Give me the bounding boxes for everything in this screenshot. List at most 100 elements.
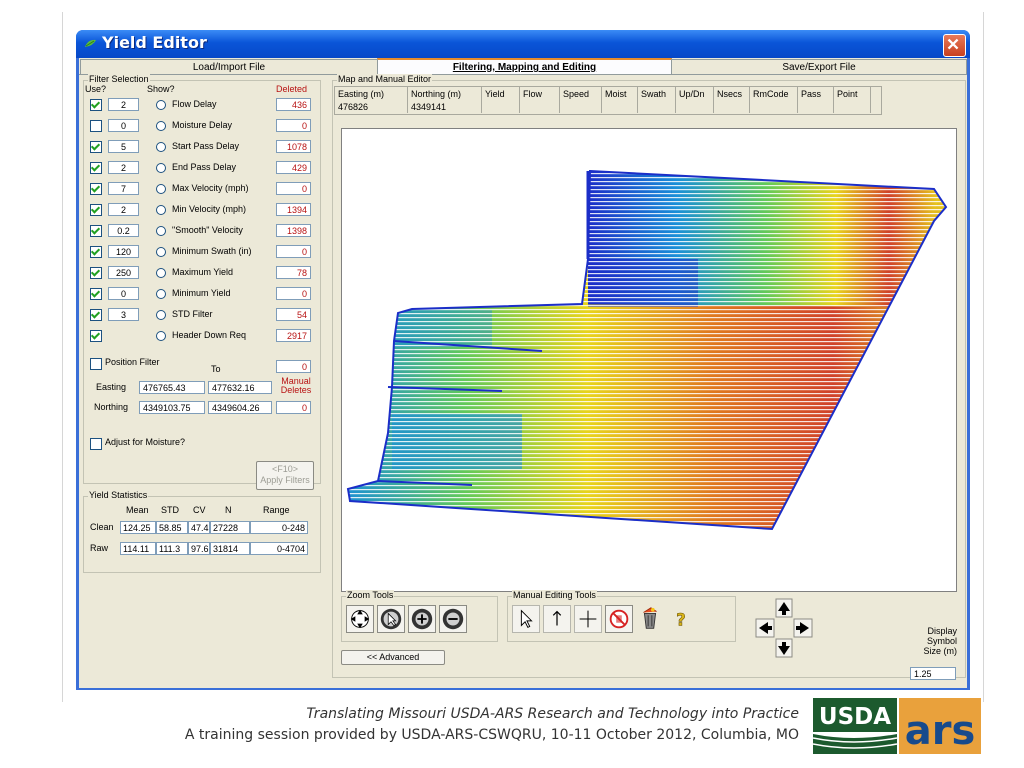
use-checkbox-end-pass-delay[interactable] [90, 162, 102, 174]
deleted-count-moisture-delay: 0 [276, 119, 311, 132]
use-checkbox-smooth-velocity[interactable] [90, 225, 102, 237]
use-checkbox-min-velocity-mph[interactable] [90, 204, 102, 216]
grid-header-pass: Pass [798, 87, 834, 101]
use-checkbox-moisture-delay[interactable] [90, 120, 102, 132]
grid-value-northing-m: 4349141 [408, 101, 482, 113]
zoom-select-button[interactable] [377, 605, 405, 633]
deleted-count-smooth-velocity: 1398 [276, 224, 311, 237]
grid-header-swath: Swath [638, 87, 676, 101]
northing-label: Northing [94, 402, 129, 412]
grid-header-flow: Flow [520, 87, 560, 101]
display-symbol-size-input[interactable]: 1.25 [910, 667, 956, 680]
easting-from-input[interactable]: 476765.43 [139, 381, 205, 394]
svg-text:?: ? [676, 610, 686, 630]
display-symbol-size-label: Display Symbol Size (m) [923, 626, 958, 656]
northing-from-input[interactable]: 4349103.75 [139, 401, 205, 414]
deleted-column-header: Deleted [276, 84, 308, 94]
stats-header-n: N [225, 505, 232, 515]
tab-save-export[interactable]: Save/Export File [671, 59, 967, 75]
filter-value-minimum-yield[interactable]: 0 [108, 287, 139, 300]
pan-up-arrow-icon[interactable] [775, 598, 793, 618]
filter-value-flow-delay[interactable]: 2 [108, 98, 139, 111]
filter-value-std-filter[interactable]: 3 [108, 308, 139, 321]
no-delete-button[interactable] [605, 605, 633, 633]
advanced-button[interactable]: << Advanced [341, 650, 445, 665]
pointer-tool-button[interactable] [512, 605, 540, 633]
filter-value-start-pass-delay[interactable]: 5 [108, 140, 139, 153]
deleted-count-maximum-yield: 78 [276, 266, 311, 279]
deleted-count-minimum-swath-in: 0 [276, 245, 311, 258]
show-radio-moisture-delay[interactable] [156, 121, 166, 131]
show-radio-minimum-swath-in[interactable] [156, 247, 166, 257]
yield-statistics-group: Yield Statistics Mean STD CV N Range Clean 124… [83, 490, 321, 573]
stats-cell-clean-cv: 47.4 [188, 521, 210, 534]
position-filter-checkbox[interactable] [90, 358, 102, 370]
pan-left-arrow-icon[interactable] [755, 618, 775, 638]
zoom-select-icon [380, 608, 402, 630]
use-checkbox-start-pass-delay[interactable] [90, 141, 102, 153]
apply-filters-button[interactable]: <F10> Apply Filters [256, 461, 314, 490]
grid-value-rmcode [750, 101, 798, 113]
help-tool-button[interactable]: ? [667, 605, 695, 633]
footer-subtitle: A training session provided by USDA-ARS-… [184, 727, 799, 743]
stats-cell-raw-range: 0-4704 [250, 542, 308, 555]
use-checkbox-std-filter[interactable] [90, 309, 102, 321]
filter-value-moisture-delay[interactable]: 0 [108, 119, 139, 132]
show-column-header: Show? [147, 84, 175, 94]
show-radio-maximum-yield[interactable] [156, 268, 166, 278]
use-checkbox-header-down-req[interactable] [90, 330, 102, 342]
crosshair-tool-button[interactable] [574, 605, 602, 633]
window-client: Load/Import File Filtering, Mapping and … [79, 58, 967, 688]
filter-value-max-velocity-mph[interactable]: 7 [108, 182, 139, 195]
stats-header-cv: CV [193, 505, 206, 515]
northing-to-input[interactable]: 4349604.26 [208, 401, 272, 414]
pointer-arrow-icon [520, 609, 533, 628]
show-radio-minimum-yield[interactable] [156, 289, 166, 299]
show-radio-flow-delay[interactable] [156, 100, 166, 110]
filter-value-smooth-velocity[interactable]: 0.2 [108, 224, 139, 237]
adjust-moisture-checkbox[interactable] [90, 438, 102, 450]
show-radio-end-pass-delay[interactable] [156, 163, 166, 173]
close-button[interactable] [943, 34, 966, 57]
use-checkbox-minimum-yield[interactable] [90, 288, 102, 300]
trash-tool-button[interactable] [636, 605, 664, 633]
grid-header-easting-m: Easting (m) [335, 87, 408, 101]
filter-value-maximum-yield[interactable]: 250 [108, 266, 139, 279]
deleted-count-std-filter: 54 [276, 308, 311, 321]
use-checkbox-maximum-yield[interactable] [90, 267, 102, 279]
show-radio-min-velocity-mph[interactable] [156, 205, 166, 215]
show-radio-start-pass-delay[interactable] [156, 142, 166, 152]
tab-load-import[interactable]: Load/Import File [80, 59, 378, 75]
show-radio-max-velocity-mph[interactable] [156, 184, 166, 194]
filter-label-header-down-req: Header Down Req [172, 330, 247, 340]
use-checkbox-flow-delay[interactable] [90, 99, 102, 111]
pan-down-arrow-icon[interactable] [775, 638, 793, 658]
manual-tools-label: Manual Editing Tools [512, 590, 597, 600]
filter-label-flow-delay: Flow Delay [172, 99, 217, 109]
filter-value-min-velocity-mph[interactable]: 2 [108, 203, 139, 216]
use-checkbox-max-velocity-mph[interactable] [90, 183, 102, 195]
up-arrow-tool-button[interactable] [543, 605, 571, 633]
map-editor-label: Map and Manual Editor [337, 74, 433, 84]
help-icon: ? [676, 609, 686, 630]
show-radio-std-filter[interactable] [156, 310, 166, 320]
zoom-tools-label: Zoom Tools [346, 590, 395, 600]
show-radio-smooth-velocity[interactable] [156, 226, 166, 236]
stats-row-label-raw: Raw [90, 543, 109, 553]
grid-header-point: Point [834, 87, 871, 101]
show-radio-header-down-req[interactable] [156, 331, 166, 341]
easting-to-input[interactable]: 477632.16 [208, 381, 272, 394]
use-column-header: Use? [85, 84, 107, 94]
filter-value-end-pass-delay[interactable]: 2 [108, 161, 139, 174]
yield-map[interactable] [341, 128, 957, 592]
stats-header-range: Range [263, 505, 290, 515]
deleted-count-header-down-req: 2917 [276, 329, 311, 342]
zoom-out-button[interactable] [439, 605, 467, 633]
pan-right-arrow-icon[interactable] [793, 618, 813, 638]
pan-tool-button[interactable] [346, 605, 374, 633]
zoom-in-button[interactable] [408, 605, 436, 633]
stats-cell-clean-n: 27228 [210, 521, 250, 534]
title-bar: Yield Editor [76, 30, 970, 58]
use-checkbox-minimum-swath-in[interactable] [90, 246, 102, 258]
filter-value-minimum-swath-in[interactable]: 120 [108, 245, 139, 258]
